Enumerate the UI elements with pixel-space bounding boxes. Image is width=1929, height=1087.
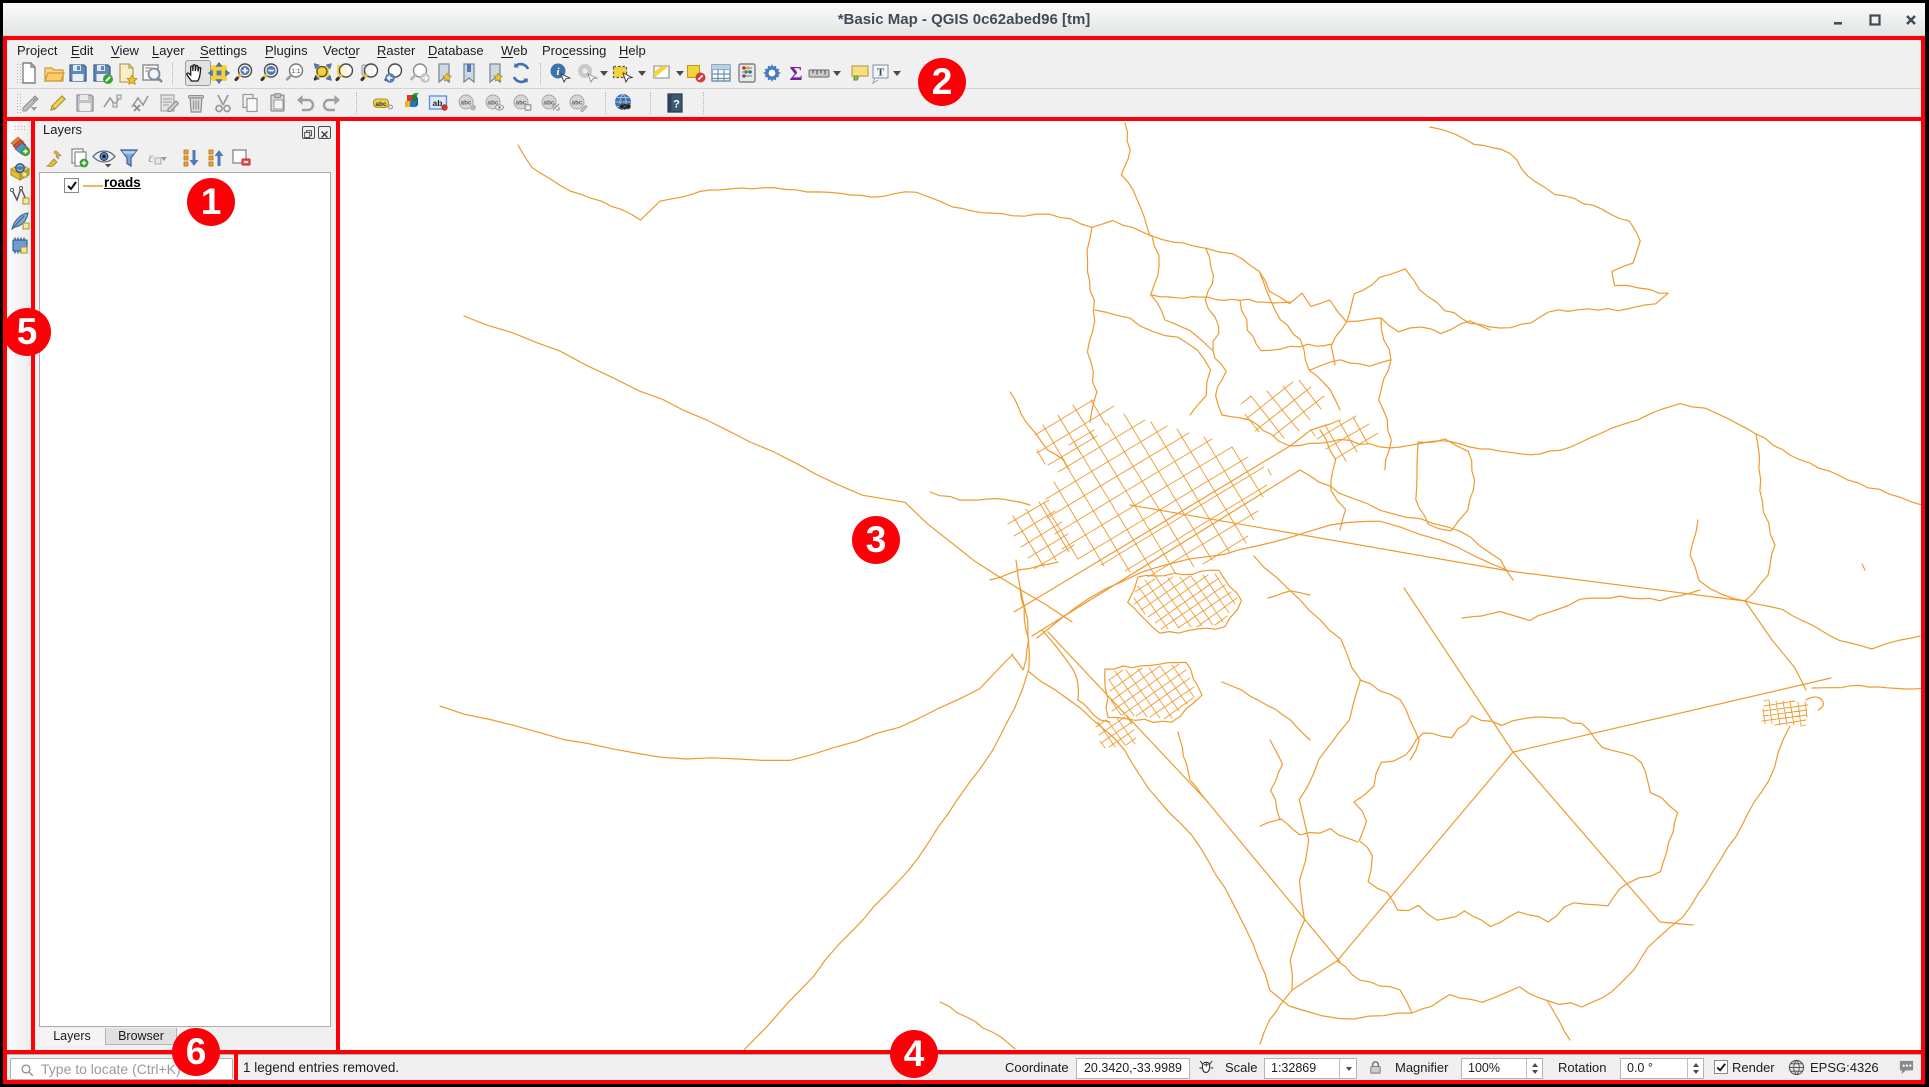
- svg-text:T: T: [877, 67, 885, 79]
- svg-text:ab: ab: [433, 98, 443, 108]
- svg-text:1:1: 1:1: [291, 68, 300, 75]
- svg-text:Σ: Σ: [789, 63, 802, 85]
- svg-text:abc: abc: [375, 101, 387, 108]
- svg-text:?: ?: [673, 99, 680, 111]
- svg-text:abc: abc: [461, 100, 472, 107]
- svg-text:abc: abc: [572, 100, 583, 107]
- svg-text:ε: ε: [148, 151, 154, 166]
